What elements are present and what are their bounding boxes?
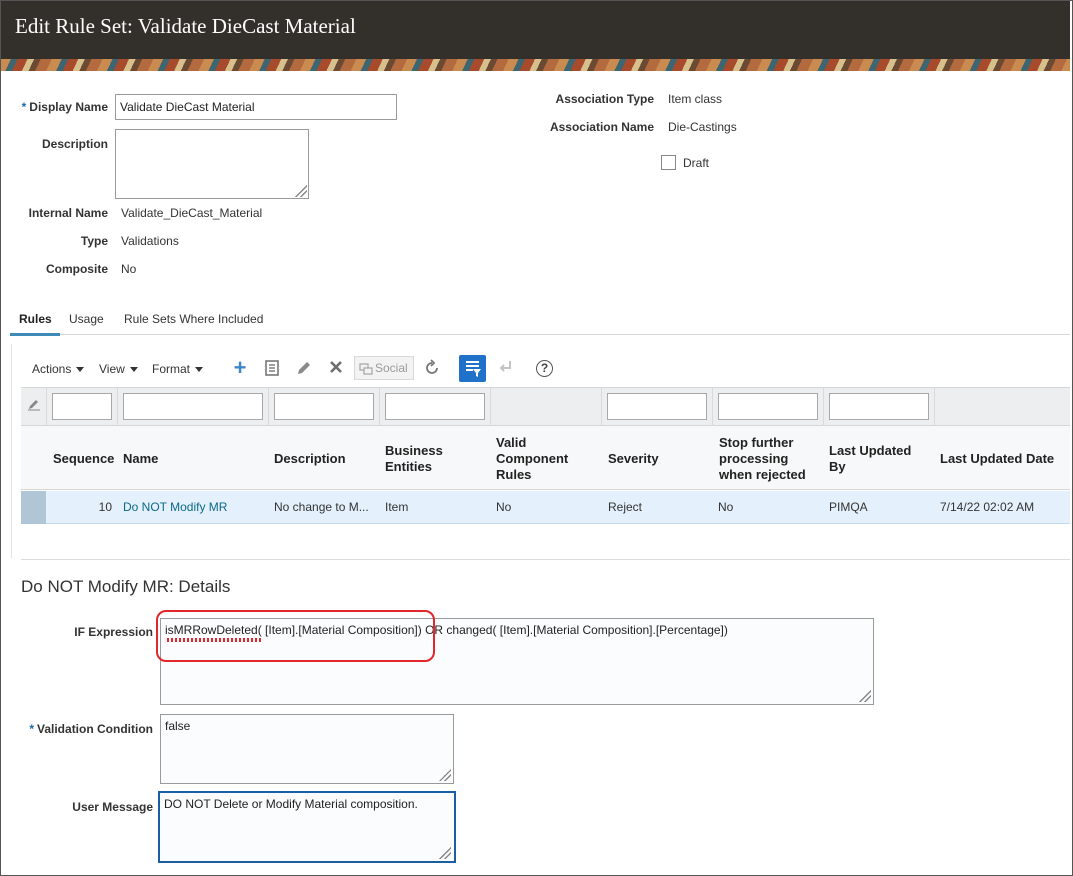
type-label: Type — [80, 234, 108, 248]
filter-severity-input[interactable] — [607, 393, 707, 420]
detach-icon — [496, 359, 516, 380]
chevron-down-icon — [195, 367, 204, 373]
details-title: Do NOT Modify MR: Details — [21, 577, 231, 596]
delete-icon[interactable] — [326, 359, 346, 380]
draft-checkbox[interactable] — [661, 155, 676, 170]
cell-last-updated-date: 7/14/22 02:02 AM — [940, 500, 1035, 514]
actions-menu[interactable]: Actions — [32, 362, 85, 376]
column-header-stop-processing[interactable]: Stop further processing when rejected — [719, 435, 806, 483]
cell-valid-component-rules: No — [496, 500, 512, 514]
refresh-icon[interactable] — [422, 359, 442, 382]
highlight-annotation — [156, 610, 435, 662]
section-divider — [21, 559, 1070, 560]
internal-name-value: Validate_DieCast_Material — [121, 206, 263, 220]
active-tab-indicator — [10, 333, 60, 336]
validation-condition-textarea[interactable]: false — [160, 714, 454, 784]
social-button[interactable]: Social — [354, 356, 414, 380]
resize-handle-icon[interactable] — [295, 185, 307, 197]
composite-label: Composite — [45, 262, 108, 276]
column-header-sequence[interactable]: Sequence — [53, 451, 114, 467]
filter-stop-processing-input[interactable] — [718, 393, 818, 420]
validation-condition-label: * Validation Condition — [29, 722, 153, 736]
resize-handle-icon[interactable] — [439, 847, 451, 859]
tab-rules[interactable]: Rules — [19, 312, 52, 326]
pencil-icon — [24, 397, 44, 414]
internal-name-label: Internal Name — [28, 206, 108, 220]
user-message-textarea[interactable]: DO NOT Delete or Modify Material composi… — [158, 791, 456, 863]
association-name-value: Die-Castings — [668, 120, 737, 134]
user-message-label: User Message — [72, 800, 153, 814]
type-value: Validations — [121, 234, 179, 248]
cell-stop-processing: No — [718, 500, 734, 514]
page-title: Edit Rule Set: Validate DieCast Material — [1, 1, 1070, 59]
resize-handle-icon[interactable] — [439, 769, 451, 781]
cell-description: No change to M... — [274, 500, 369, 514]
filter-description-input[interactable] — [274, 393, 374, 420]
column-header-name[interactable]: Name — [123, 451, 158, 467]
rule-name-link[interactable]: Do NOT Modify MR — [123, 500, 227, 514]
column-header-last-updated-by[interactable]: Last Updated By — [829, 443, 911, 475]
cell-business-entities: Item — [385, 500, 409, 514]
chevron-down-icon — [129, 367, 138, 373]
filter-last-updated-by-input[interactable] — [829, 393, 929, 420]
cell-sequence: 10 — [98, 500, 112, 514]
edit-record-icon[interactable] — [262, 359, 282, 382]
column-header-description[interactable]: Description — [274, 451, 346, 467]
column-header-business-entities[interactable]: Business Entities — [385, 443, 443, 475]
tab-usage[interactable]: Usage — [69, 312, 104, 326]
resize-handle-icon[interactable] — [859, 690, 871, 702]
cell-severity: Reject — [608, 500, 643, 514]
query-by-example-button[interactable] — [459, 355, 486, 382]
format-menu[interactable]: Format — [152, 362, 204, 376]
if-expression-label: IF Expression — [74, 625, 153, 639]
decorative-banner — [1, 59, 1070, 71]
association-type-label: Association Type — [555, 92, 654, 106]
required-icon: * — [21, 100, 27, 114]
filter-business-entities-input[interactable] — [385, 393, 485, 420]
required-icon: * — [29, 722, 34, 736]
help-icon[interactable]: ? — [536, 360, 553, 377]
view-menu[interactable]: View — [99, 362, 138, 376]
column-header-last-updated-date[interactable]: Last Updated Date — [940, 451, 1054, 467]
display-name-input[interactable] — [115, 94, 397, 120]
filter-name-input[interactable] — [123, 393, 263, 420]
social-icon — [359, 361, 373, 383]
association-name-label: Association Name — [549, 120, 654, 134]
cell-last-updated-by: PIMQA — [829, 500, 868, 514]
pencil-icon[interactable] — [294, 359, 314, 382]
display-name-label: * Display Name — [21, 100, 108, 114]
filter-icon — [466, 361, 481, 377]
tab-divider — [10, 334, 1070, 335]
column-header-severity[interactable]: Severity — [608, 451, 659, 467]
filter-sequence-input[interactable] — [52, 393, 112, 420]
row-selector[interactable] — [21, 491, 46, 524]
association-type-value: Item class — [668, 92, 723, 106]
description-textarea[interactable] — [115, 129, 309, 199]
add-icon[interactable]: + — [230, 357, 250, 379]
description-label: Description — [41, 137, 108, 151]
column-header-valid-component-rules[interactable]: Valid Component Rules — [496, 435, 568, 483]
tab-rule-sets-where-included[interactable]: Rule Sets Where Included — [124, 312, 263, 326]
composite-value: No — [121, 262, 137, 276]
draft-label: Draft — [683, 156, 710, 170]
chevron-down-icon — [76, 367, 85, 373]
